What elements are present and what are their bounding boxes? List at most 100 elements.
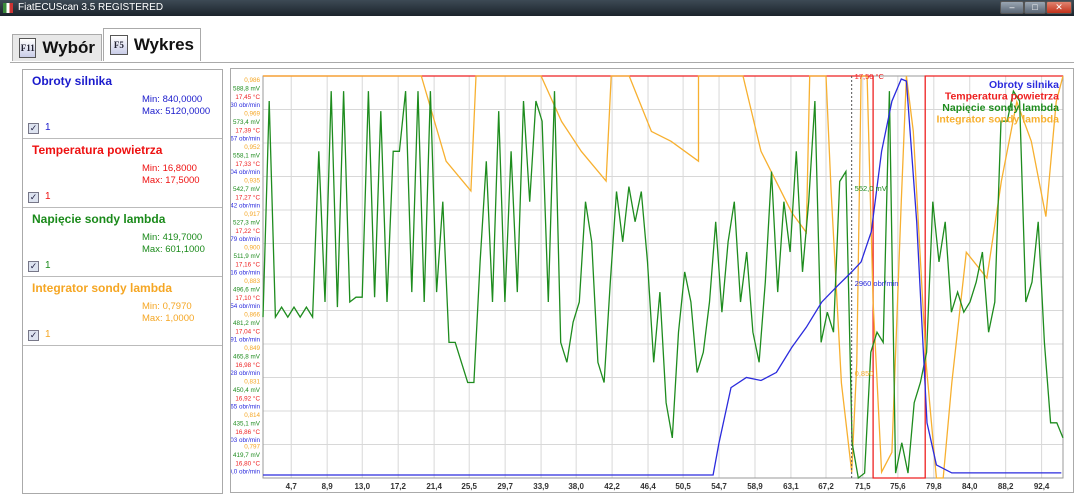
y-axis-label: 0,952: [244, 144, 260, 151]
y-axis-label: 0,935: [244, 178, 260, 185]
y-axis-label: 0,814: [244, 412, 260, 419]
y-axis-label: 17,39 °C: [235, 126, 260, 134]
y-axis-label: 17,27 °C: [235, 193, 260, 201]
y-axis-label: 0,866: [244, 312, 260, 319]
y-axis-label: 4104 obr/min: [231, 169, 260, 176]
y-axis-label: 17,04 °C: [235, 327, 260, 335]
series-name: Integrator sondy lambda: [32, 281, 173, 295]
x-tick-label: 33,9: [533, 482, 549, 491]
y-axis-label: 17,45 °C: [235, 93, 260, 101]
legend-entry: Integrator sondy lambda: [936, 114, 1059, 126]
y-axis-label: 0,883: [244, 278, 260, 285]
x-tick-label: 25,5: [461, 482, 477, 491]
tab-label: Wykres: [133, 35, 194, 54]
app-icon: [3, 3, 13, 13]
y-axis-label: 527,3 mV: [233, 219, 261, 226]
y-axis-label: 511,9 mV: [234, 253, 261, 260]
y-axis-label: 450,4 mV: [233, 387, 261, 394]
legend-entry: Obroty silnika: [989, 79, 1059, 91]
x-tick-label: 54,7: [711, 482, 727, 491]
series-item: Obroty silnika Min: 840,0000 Max: 5120,0…: [23, 70, 222, 139]
y-axis-label: 3379 obr/min: [231, 236, 260, 243]
series-item: Napięcie sondy lambda Min: 419,7000 Max:…: [23, 208, 222, 277]
y-axis-label: 16,80 °C: [235, 459, 260, 467]
y-axis-label: 17,16 °C: [235, 260, 260, 268]
tab-bar: F11 Wybór F5 Wykres: [0, 16, 1074, 68]
x-tick-label: 42,2: [604, 482, 620, 491]
line-chart[interactable]: 4,7 8,9 13,0 17,2 21,4 25,5 29,7 33,9 38,0 42,2 46…: [221, 69, 1074, 494]
cursor-value-label: 0,850: [855, 369, 874, 378]
series-checkbox[interactable]: ✓: [28, 330, 39, 341]
y-axis-label: 4467 obr/min: [231, 136, 260, 143]
y-axis-label: 17,22 °C: [235, 227, 260, 235]
series-checkbox[interactable]: ✓: [28, 192, 39, 203]
title-bar: FiatECUScan 3.5 REGISTERED – □ ✕: [0, 0, 1074, 16]
series-item: Integrator sondy lambda Min: 0,7970 Max:…: [23, 277, 222, 346]
series-name: Temperatura powietrza: [32, 143, 163, 157]
y-axis-label: 4830 obr/min: [231, 102, 260, 109]
x-tick-label: 88,2: [998, 482, 1014, 491]
x-tick-label: 29,7: [497, 482, 513, 491]
x-tick-label: 84,0: [962, 482, 978, 491]
series-item: Temperatura powietrza Min: 16,8000 Max: …: [23, 139, 222, 208]
y-axis-label: 481,2 mV: [233, 320, 261, 327]
x-tick-label: 92,4: [1034, 482, 1050, 491]
x-tick-label: 63,1: [783, 482, 799, 491]
legend-entry: Napięcie sondy lambda: [942, 102, 1059, 114]
series-max: Max: 601,1000: [142, 244, 205, 255]
series-name: Napięcie sondy lambda: [32, 212, 166, 226]
y-axis-label: 16,92 °C: [235, 394, 260, 402]
minimize-button[interactable]: –: [1000, 1, 1024, 14]
series-name: Obroty silnika: [32, 74, 113, 88]
series-max: Max: 17,5000: [142, 175, 200, 186]
y-axis-label: 573,4 mV: [233, 119, 261, 126]
maximize-button[interactable]: □: [1024, 1, 1046, 14]
close-button[interactable]: ✕: [1046, 1, 1072, 14]
y-axis-label: 465,8 mV: [233, 353, 261, 360]
x-tick-label: 71,5: [855, 482, 871, 491]
tab-label: Wybór: [42, 38, 95, 57]
series-line-napi-cie-sondy-lambda: [262, 89, 1064, 480]
series-checkbox[interactable]: ✓: [28, 261, 39, 272]
y-axis-label: 435,1 mV: [233, 420, 261, 427]
x-tick-label: 46,4: [640, 482, 656, 491]
y-axis-label: 2291 obr/min: [231, 337, 260, 344]
y-axis-label: 558,1 mV: [233, 152, 261, 159]
window-title: FiatECUScan 3.5 REGISTERED: [18, 2, 164, 13]
y-axis-label: 1928 obr/min: [231, 370, 260, 377]
series-max: Max: 1,0000: [142, 313, 195, 324]
y-axis-label: 1565 obr/min: [231, 404, 260, 411]
tab-wykres[interactable]: F5 Wykres: [103, 28, 201, 61]
y-axis-label: 16,98 °C: [235, 361, 260, 369]
y-axis-label: 0,986: [244, 77, 260, 84]
y-axis-label: 3016 obr/min: [231, 270, 260, 277]
x-tick-label: 79,8: [926, 482, 942, 491]
y-axis-label: 0,969: [244, 111, 260, 118]
y-axis-label: 0,831: [244, 379, 260, 386]
y-axis-label: 840,0 obr/min: [231, 469, 260, 476]
series-checkbox[interactable]: ✓: [28, 123, 39, 134]
y-axis-label: 0,917: [244, 211, 260, 218]
y-axis-label: 542,7 mV: [233, 186, 261, 193]
series-min: Min: 16,8000: [142, 163, 197, 174]
series-list: Obroty silnika Min: 840,0000 Max: 5120,0…: [22, 69, 223, 494]
legend-entry: Temperatura powietrza: [945, 91, 1059, 103]
chart-panel[interactable]: 4,7 8,9 13,0 17,2 21,4 25,5 29,7 33,9 38,0 42,2 46…: [221, 68, 1074, 494]
series-min: Min: 840,0000: [142, 94, 203, 105]
y-axis-label: 17,33 °C: [235, 160, 260, 168]
x-tick-label: 17,2: [390, 482, 406, 491]
series-min: Min: 0,7970: [142, 301, 192, 312]
cursor-value-label: 17,50 °C: [855, 72, 885, 81]
f11-key-icon: F11: [19, 38, 37, 58]
y-axis-label: 419,7 mV: [233, 452, 261, 459]
x-tick-label: 8,9: [322, 482, 334, 491]
y-axis-label: 0,849: [244, 345, 260, 352]
tab-wybor[interactable]: F11 Wybór: [12, 34, 102, 61]
series-count: 1: [45, 191, 51, 202]
f5-key-icon: F5: [110, 35, 128, 55]
cursor-value-label: 2960 obr/min: [855, 279, 899, 288]
x-tick-label: 38,0: [568, 482, 584, 491]
y-axis-label: 588,8 mV: [233, 85, 261, 92]
x-tick-label: 67,2: [818, 482, 834, 491]
y-axis-label: 16,86 °C: [235, 428, 260, 436]
